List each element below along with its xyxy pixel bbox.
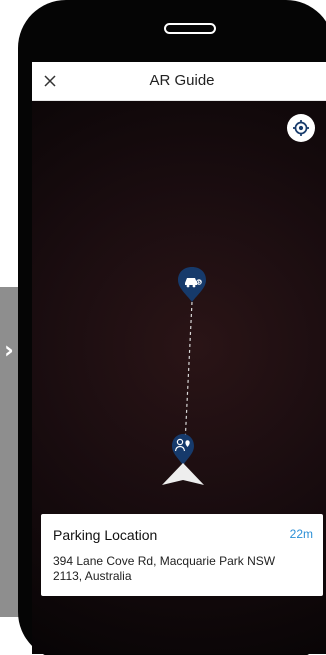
destination-marker[interactable] — [178, 267, 206, 302]
navigation-arrow-icon — [162, 463, 204, 485]
device-notch — [164, 23, 216, 34]
destination-card[interactable]: Parking Location 22m 394 Lane Cove Rd, M… — [41, 514, 323, 596]
current-location-marker — [162, 434, 204, 485]
screenshot-stage: › AR Guide Parking Location 22m 394 Lane… — [0, 0, 326, 655]
destination-distance: 22m — [289, 527, 313, 541]
destination-title: Parking Location — [53, 527, 158, 543]
destination-address: 394 Lane Cove Rd, Macquarie Park NSW 211… — [53, 554, 276, 583]
chevron-right-icon[interactable]: › — [0, 336, 18, 364]
ar-guide-screen: AR Guide Parking Location 22m 394 Lane C… — [32, 62, 326, 654]
